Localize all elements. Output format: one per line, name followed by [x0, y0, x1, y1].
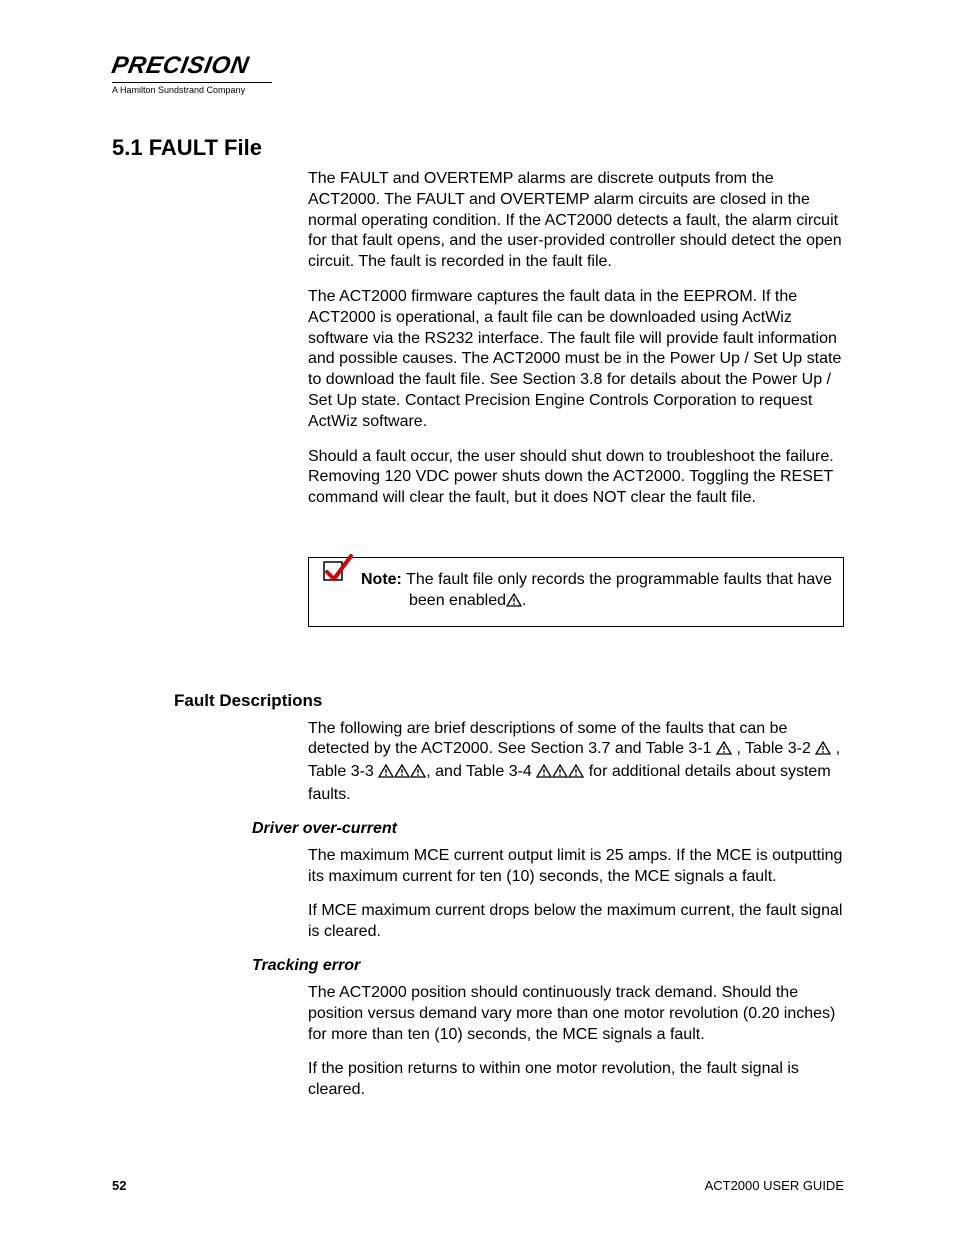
tracking-error-p1: The ACT2000 position should continuously… — [308, 983, 844, 1045]
note-body-suffix: . — [522, 592, 526, 609]
fault-descriptions-heading: Fault Descriptions — [174, 691, 844, 711]
logo-tagline: A Hamilton Sundstrand Company — [112, 85, 844, 95]
driver-over-current-p1: The maximum MCE current output limit is … — [308, 846, 844, 888]
tracking-error-p2: If the position returns to within one mo… — [308, 1059, 844, 1101]
warning-icon — [410, 764, 426, 785]
intro-b: , Table 3-2 — [732, 740, 815, 757]
warning-icon — [506, 593, 522, 614]
driver-over-current-body: The maximum MCE current output limit is … — [308, 846, 844, 943]
paragraph-2: The ACT2000 firmware captures the fault … — [308, 287, 844, 433]
footer: 52 ACT2000 USER GUIDE — [112, 1178, 844, 1193]
paragraph-1: The FAULT and OVERTEMP alarms are discre… — [308, 169, 844, 273]
driver-over-current-heading: Driver over-current — [252, 820, 844, 838]
page-number: 52 — [112, 1178, 126, 1193]
body-column: The FAULT and OVERTEMP alarms are discre… — [308, 169, 844, 509]
intro-d: , and Table 3-4 — [426, 763, 536, 780]
checkmark-icon — [321, 550, 355, 584]
warning-icon — [716, 741, 732, 762]
page: PRECISION A Hamilton Sundstrand Company … — [0, 0, 954, 1235]
doc-title: ACT2000 USER GUIDE — [705, 1178, 844, 1193]
paragraph-3: Should a fault occur, the user should sh… — [308, 447, 844, 509]
note-label: Note: — [361, 571, 402, 588]
note-body-line2: been enabled — [409, 592, 506, 609]
intro-paragraph: The following are brief descriptions of … — [308, 719, 844, 806]
note-body-line1: The fault file only records the programm… — [402, 571, 832, 588]
tracking-error-heading: Tracking error — [252, 957, 844, 975]
note-text: Note: The fault file only records the pr… — [361, 570, 833, 614]
warning-icon — [815, 741, 831, 762]
warning-icon — [536, 764, 552, 785]
driver-over-current-p2: If MCE maximum current drops below the m… — [308, 901, 844, 943]
warning-icon — [552, 764, 568, 785]
warning-icon — [394, 764, 410, 785]
logo: PRECISION A Hamilton Sundstrand Company — [112, 52, 844, 95]
logo-brand: PRECISION — [110, 52, 251, 80]
tracking-error-body: The ACT2000 position should continuously… — [308, 983, 844, 1101]
logo-divider — [112, 82, 272, 83]
section-heading: 5.1 FAULT File — [112, 135, 844, 161]
warning-icon — [568, 764, 584, 785]
note-box: Note: The fault file only records the pr… — [308, 557, 844, 627]
warning-icon — [378, 764, 394, 785]
fault-descriptions-intro: The following are brief descriptions of … — [308, 719, 844, 806]
